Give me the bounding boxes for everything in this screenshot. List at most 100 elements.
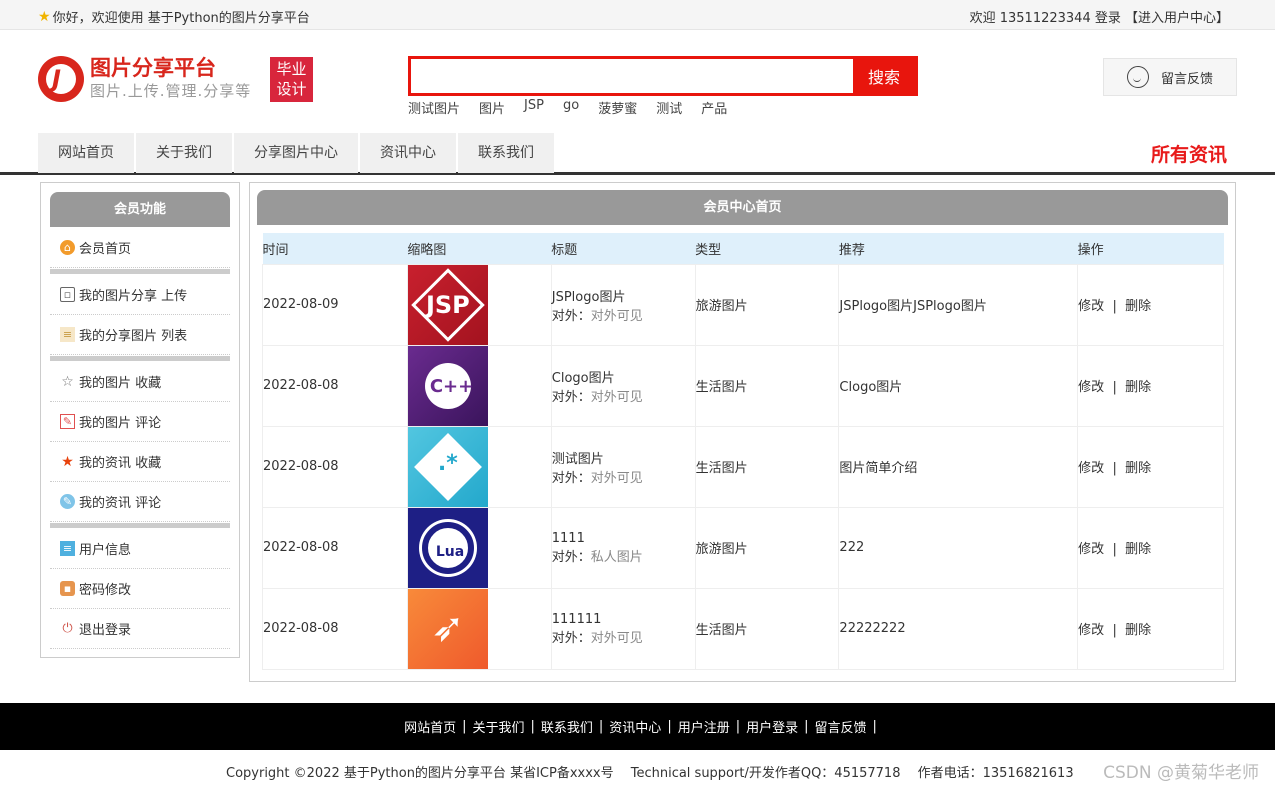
footer-link[interactable]: 联系我们: [541, 717, 593, 736]
sidebar-item-upload[interactable]: ▫ 我的图片分享 上传: [50, 275, 230, 315]
row-recommend: Clogo图片: [838, 344, 1079, 427]
row-title-cell: 测试图片 对外：对外可见: [550, 425, 696, 508]
row-thumbnail-cell: JSP: [406, 263, 552, 346]
sidebar-item-member-home[interactable]: ⌂ 会员首页: [50, 228, 230, 268]
site-logo[interactable]: J 图片分享平台 图片.上传.管理.分享等: [38, 56, 251, 102]
row-actions: 修改 | 删除: [1077, 263, 1224, 346]
row-title[interactable]: 1111: [552, 531, 695, 546]
delete-link[interactable]: 删除: [1125, 299, 1151, 314]
row-title[interactable]: JSPlogo图片: [552, 286, 695, 305]
nav-news[interactable]: 资讯中心: [360, 133, 456, 173]
edit-link[interactable]: 修改: [1078, 542, 1104, 557]
header: J 图片分享平台 图片.上传.管理.分享等 毕业 设计 搜索 测试图片 图片 JS…: [0, 30, 1275, 130]
col-thumb: 缩略图: [407, 233, 552, 264]
edit-link[interactable]: 修改: [1078, 380, 1104, 395]
sidebar-item-news-comment[interactable]: ✎ 我的资讯 评论: [50, 482, 230, 522]
table-header: 时间 缩略图 标题 类型 推荐 操作: [262, 233, 1224, 264]
row-recommend: 222: [838, 506, 1079, 589]
row-title-cell: 111111 对外：对外可见: [550, 587, 696, 670]
graduation-badge: 毕业 设计: [270, 57, 313, 102]
footer-link[interactable]: 用户登录: [746, 717, 798, 736]
sidebar-item-user-info[interactable]: ≡ 用户信息: [50, 529, 230, 569]
row-title[interactable]: 测试图片: [552, 448, 695, 467]
footer-link[interactable]: 资讯中心: [609, 717, 661, 736]
col-type: 类型: [695, 233, 839, 264]
hotword-link[interactable]: 图片: [479, 98, 505, 117]
row-actions: 修改 | 删除: [1077, 425, 1224, 508]
visibility-label: 对外：: [551, 308, 591, 324]
footer-link[interactable]: 用户注册: [678, 717, 730, 736]
table-row: 2022-08-08 .* 测试图片 对外：对外可见 生活图片 图片简单介绍 修改…: [262, 425, 1224, 508]
edit-link[interactable]: 修改: [1078, 461, 1104, 476]
sidebar-item-image-fav[interactable]: ☆ 我的图片 收藏: [50, 362, 230, 402]
hotword-link[interactable]: 测试图片: [408, 98, 460, 117]
swift-logo-thumbnail[interactable]: ➶: [407, 588, 488, 669]
greeting: ★ 你好，欢迎使用 基于Python的图片分享平台: [38, 7, 310, 27]
row-title-cell: JSPlogo图片 对外：对外可见: [550, 263, 696, 346]
delete-link[interactable]: 删除: [1125, 542, 1151, 557]
nav-home[interactable]: 网站首页: [38, 133, 134, 173]
footer-link[interactable]: 留言反馈: [815, 717, 867, 736]
power-icon: ⏻: [62, 621, 73, 636]
row-thumbnail-cell: ➶: [406, 587, 552, 670]
sidebar-item-image-comment[interactable]: ✎ 我的图片 评论: [50, 402, 230, 442]
row-type: 生活图片: [694, 344, 840, 427]
visibility-label: 对外：: [551, 389, 591, 405]
logo-icon: J: [38, 56, 84, 102]
sidebar-item-share-list[interactable]: ≡ 我的分享图片 列表: [50, 315, 230, 355]
row-type: 生活图片: [694, 425, 840, 508]
visibility-value: 私人图片: [590, 549, 643, 565]
feedback-button[interactable]: 留言反馈: [1103, 58, 1237, 96]
sidebar-item-password[interactable]: ▪ 密码修改: [50, 569, 230, 609]
visibility-value: 对外可见: [590, 389, 643, 405]
row-date: 2022-08-08: [262, 506, 408, 589]
edit-link[interactable]: 修改: [1078, 299, 1104, 314]
sidebar-item-news-fav[interactable]: ★ 我的资讯 收藏: [50, 442, 230, 482]
sidebar-item-logout[interactable]: ⏻ 退出登录: [50, 609, 230, 649]
row-date: 2022-08-08: [262, 425, 408, 508]
edit-link[interactable]: 修改: [1078, 623, 1104, 638]
row-actions: 修改 | 删除: [1077, 506, 1224, 589]
panel-title: 会员中心首页: [257, 190, 1228, 225]
hotword-link[interactable]: JSP: [524, 98, 544, 117]
hotword-link[interactable]: 测试: [656, 98, 682, 117]
logo-subtitle: 图片.上传.管理.分享等: [90, 82, 252, 100]
nav-about[interactable]: 关于我们: [136, 133, 232, 173]
delete-link[interactable]: 删除: [1125, 380, 1151, 395]
row-title[interactable]: 111111: [552, 612, 695, 627]
star-icon: ★: [38, 8, 51, 25]
all-news-link[interactable]: 所有资讯: [1151, 140, 1227, 167]
nav-share-center[interactable]: 分享图片中心: [234, 133, 358, 173]
row-date: 2022-08-08: [262, 587, 408, 670]
support-agent-icon: [1126, 66, 1149, 88]
hot-keywords: 测试图片 图片 JSP go 菠萝蜜 测试 产品: [408, 98, 727, 117]
footer-link[interactable]: 关于我们: [472, 717, 524, 736]
hotword-link[interactable]: go: [563, 98, 579, 117]
row-title-cell: 1111 对外：私人图片: [550, 506, 696, 589]
visibility-label: 对外：: [551, 549, 591, 565]
lua-logo-thumbnail[interactable]: Lua: [407, 507, 488, 588]
nav-contact[interactable]: 联系我们: [458, 133, 554, 173]
hotword-link[interactable]: 菠萝蜜: [598, 98, 637, 117]
sidebar-title: 会员功能: [50, 192, 230, 227]
cpp-logo-thumbnail[interactable]: C++: [407, 345, 488, 426]
col-time: 时间: [262, 233, 408, 264]
visibility-label: 对外：: [551, 630, 591, 646]
hotword-link[interactable]: 产品: [701, 98, 727, 117]
watermark: CSDN @黄菊华老师: [1103, 763, 1259, 783]
row-type: 旅游图片: [694, 263, 840, 346]
delete-link[interactable]: 删除: [1125, 623, 1151, 638]
search-button[interactable]: 搜索: [853, 59, 915, 93]
search-input[interactable]: [411, 59, 853, 93]
image-table: 时间 缩略图 标题 类型 推荐 操作 2022-08-09 JSP JSPlog…: [262, 233, 1224, 670]
delete-link[interactable]: 删除: [1125, 461, 1151, 476]
row-title[interactable]: Clogo图片: [552, 367, 695, 386]
user-status[interactable]: 欢迎 13511223344 登录 【进入用户中心】: [970, 7, 1229, 26]
regex-logo-thumbnail[interactable]: .*: [407, 426, 488, 507]
upload-icon: ▫: [60, 287, 75, 302]
jsp-logo-thumbnail[interactable]: JSP: [407, 264, 488, 345]
row-type: 生活图片: [694, 587, 840, 670]
footer-link[interactable]: 网站首页: [404, 717, 456, 736]
search-box: 搜索: [408, 56, 918, 96]
visibility-value: 对外可见: [590, 470, 643, 486]
